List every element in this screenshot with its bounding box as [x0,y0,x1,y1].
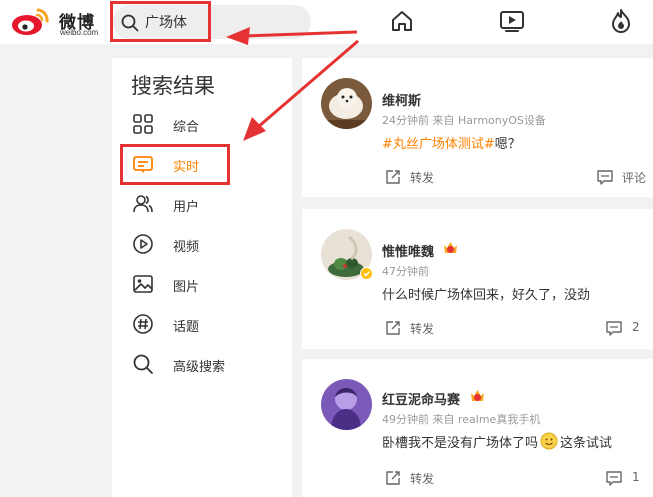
comment-count: 2 [632,320,640,334]
top-bar: 微博 weibo.com [0,0,653,44]
hashtag-icon [133,314,153,334]
avatar[interactable] [321,78,372,129]
sidebar-item-advanced-search[interactable]: 高级搜索 [112,345,292,385]
grid-icon [133,114,153,134]
weibo-logo[interactable]: 微博 weibo.com [10,4,102,38]
search-icon [133,354,153,374]
post-card: 维柯斯 24分钟前 来自 HarmonyOS设备 #丸丝广场体测试#嗯？ 转发 … [302,58,653,197]
hot-icon[interactable] [607,7,635,35]
play-icon [133,234,153,254]
post-card: 红豆泥命马赛 49分钟前 来自 realme真我手机 卧槽我不是没有广场体了吗 这… [302,359,653,497]
sidebar-item-label: 用户 [173,200,200,215]
repost-label: 转发 [410,472,435,486]
post-meta: 24分钟前 来自 HarmonyOS设备 [382,114,546,127]
logo-domain-text: weibo.com [60,28,99,37]
comment-icon [606,321,622,336]
comment-icon [606,471,622,486]
dog-avatar-image [321,78,372,129]
sidebar-item-video[interactable]: 视频 [112,225,292,265]
post-meta: 47分钟前 [382,265,429,278]
member-crown-icon [471,390,484,401]
post-text: 卧槽我不是没有广场体了吗 这条试试 [382,432,612,451]
post-text-body: 卧槽我不是没有广场体了吗 [382,436,539,451]
character-avatar-image [321,379,372,430]
search-sidebar: 搜索结果 综合 实时 用户 视频 图片 话题 高级搜索 [112,58,292,497]
post-text: #丸丝广场体测试#嗯？ [382,133,521,152]
comment-count: 1 [632,470,640,484]
topic-tag-link[interactable]: #丸丝广场体测试# [382,137,495,152]
sidebar-title: 搜索结果 [131,74,215,98]
sidebar-item-label: 话题 [173,320,200,335]
post-username[interactable]: 维柯斯 [382,90,421,109]
post-meta: 49分钟前 来自 realme真我手机 [382,413,541,426]
weibo-logo-icon [12,8,49,35]
post-text-body: 嗯？ [494,137,521,152]
verified-badge-icon [360,267,373,280]
avatar[interactable] [321,379,372,430]
sidebar-item-images[interactable]: 图片 [112,265,292,305]
comment-label: 评论 [622,171,647,185]
repost-icon [386,471,400,485]
repost-label: 转发 [410,322,435,336]
sidebar-item-label: 高级搜索 [173,360,226,375]
post-text: 什么时候广场体回来，好久了，没劲 [382,288,591,303]
sidebar-item-topics[interactable]: 话题 [112,305,292,345]
repost-icon [386,170,400,184]
sidebar-item-label: 视频 [173,240,200,255]
annotation-box-search [110,1,211,42]
users-icon [133,195,153,213]
repost-icon [386,321,400,335]
sidebar-item-comprehensive[interactable]: 综合 [112,105,292,145]
smile-emoji-icon [540,432,558,450]
sidebar-item-users[interactable]: 用户 [112,185,292,225]
home-icon[interactable] [388,7,416,35]
comment-icon [597,170,613,185]
image-icon [133,275,153,293]
sidebar-item-label: 综合 [173,120,200,135]
post-card: 惟惟唯魏 47分钟前 什么时候广场体回来，好久了，没劲 转发 2 [302,209,653,349]
video-icon[interactable] [498,7,526,35]
divider [302,197,653,207]
annotation-box-realtime [120,144,230,185]
sidebar-item-label: 图片 [173,280,200,295]
repost-label: 转发 [410,171,435,185]
divider [302,349,653,359]
post-username[interactable]: 惟惟唯魏 [382,241,434,260]
member-crown-icon [444,242,457,253]
post-text-tail: 这条试试 [560,436,613,451]
post-username[interactable]: 红豆泥命马赛 [382,389,460,408]
